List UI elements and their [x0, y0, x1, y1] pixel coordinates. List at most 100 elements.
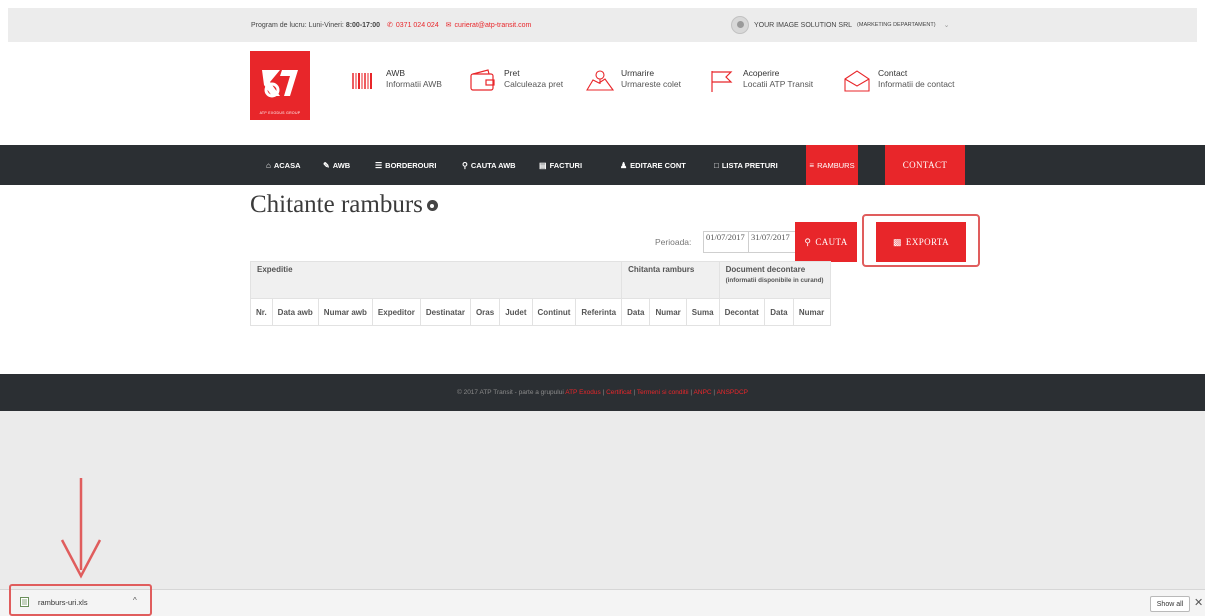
- menu-icon: ≡: [809, 160, 815, 170]
- chevron-down-icon: ⌄: [943, 22, 950, 29]
- download-highlight-box: [9, 584, 152, 616]
- annotation-arrow-icon: [60, 478, 102, 579]
- feature-title: Acoperire: [743, 68, 780, 78]
- col-document-numar: Numar: [792, 298, 831, 326]
- feature-subtitle: Informatii AWB: [386, 79, 442, 89]
- working-hours-label: Program de lucru: Luni-Vineri:: [251, 22, 346, 29]
- feature-subtitle: Informatii de contact: [878, 79, 955, 89]
- nav-label: AWB: [332, 160, 351, 170]
- search-button-label: CAUTA: [815, 237, 848, 247]
- envelope-icon: [844, 70, 870, 92]
- col-expeditor: Expeditor: [371, 298, 421, 326]
- avatar: [731, 16, 749, 34]
- nav-contact[interactable]: CONTACT: [885, 145, 965, 185]
- nav-cauta-awb[interactable]: ⚲ CAUTA AWB: [462, 145, 516, 185]
- company-name: YOUR IMAGE SOLUTION SRL: [754, 21, 853, 29]
- page-title: Chitante ramburs: [250, 191, 438, 219]
- phone-link[interactable]: 0371 024 024: [396, 22, 439, 29]
- col-destinatar: Destinatar: [419, 298, 471, 326]
- ramburs-table: Expeditie Chitanta ramburs Document deco…: [249, 261, 831, 326]
- col-judet: Judet: [499, 298, 533, 326]
- nav-label: RAMBURS: [817, 160, 855, 170]
- account-menu[interactable]: YOUR IMAGE SOLUTION SRL (MARKETING DEPAR…: [731, 14, 949, 36]
- footer-link-termeni[interactable]: Termeni si conditii: [637, 389, 689, 396]
- feature-acoperire[interactable]: Acoperire Locatii ATP Transit: [707, 68, 813, 94]
- footer-link-atp-exodus[interactable]: ATP Exodus: [565, 389, 601, 396]
- email-icon: ✉: [445, 22, 452, 29]
- col-data-awb: Data awb: [271, 298, 319, 326]
- feature-subtitle: Urmareste colet: [621, 79, 681, 89]
- table-column-header: Nr. Data awb Numar awb Expeditor Destina…: [250, 298, 831, 326]
- footer-copyright: © 2017 ATP Transit - parte a grupului: [456, 389, 566, 396]
- col-document-data: Data: [764, 298, 794, 326]
- download-bar: ramburs-uri.xls ^: [0, 589, 1205, 616]
- date-from-input[interactable]: 01/07/2017: [703, 231, 751, 253]
- nav-label: CONTACT: [902, 160, 948, 170]
- feature-title: Contact: [878, 68, 908, 78]
- nav-label: BORDEROURI: [385, 160, 437, 170]
- group-document-title: Document decontare: [725, 265, 806, 274]
- col-numar-awb: Numar awb: [317, 298, 373, 326]
- group-expeditie: Expeditie: [249, 261, 623, 299]
- nav-label: ACASA: [273, 160, 301, 170]
- contact-strip: Program de lucru: Luni-Vineri: 8:00-17:0…: [251, 21, 531, 29]
- pencil-icon: ✎: [323, 160, 330, 170]
- nav-editare-cont[interactable]: ♟ EDITARE CONT: [620, 145, 686, 185]
- logo-mark-icon: [262, 70, 298, 98]
- email-link[interactable]: curierat@atp-transit.com: [455, 22, 532, 29]
- search-icon: ⚲: [462, 160, 468, 170]
- top-bar: Program de lucru: Luni-Vineri: 8:00-17:0…: [8, 8, 1197, 42]
- nav-ramburs[interactable]: ≡ RAMBURS: [806, 145, 858, 185]
- footer: © 2017 ATP Transit - parte a grupului AT…: [0, 374, 1205, 411]
- page-title-text: Chitante ramburs: [250, 191, 423, 218]
- nav-acasa[interactable]: ⌂ ACASA: [266, 145, 301, 185]
- user-icon: ♟: [620, 160, 628, 170]
- feature-title: Urmarire: [621, 68, 655, 78]
- col-chitanta-numar: Numar: [649, 298, 687, 326]
- col-continut: Continut: [531, 298, 577, 326]
- nav-borderouri[interactable]: ☰ BORDEROURI: [375, 145, 436, 185]
- search-icon: ⚲: [804, 236, 812, 247]
- price-list-icon: □: [714, 160, 719, 170]
- col-chitanta-data: Data: [621, 298, 651, 326]
- main-nav: ⌂ ACASA ✎ AWB ☰ BORDEROURI ⚲ CAUTA AWB ▤ FACT…: [0, 145, 1205, 185]
- show-all-button[interactable]: Show all: [1150, 596, 1190, 612]
- close-icon[interactable]: ✕: [1194, 596, 1203, 609]
- phone-icon: ✆: [387, 22, 393, 29]
- site-logo[interactable]: ATP EXODUS GROUP: [250, 51, 310, 120]
- feature-subtitle: Locatii ATP Transit: [743, 79, 814, 89]
- col-referinta: Referinta: [575, 298, 623, 326]
- feature-title: AWB: [386, 68, 406, 78]
- feature-contact[interactable]: Contact Informatii de contact: [842, 68, 955, 94]
- col-decontat: Decontat: [718, 298, 766, 326]
- nav-awb[interactable]: ✎ AWB: [323, 145, 350, 185]
- footer-link-anspdcp[interactable]: ANSPDCP: [717, 389, 748, 396]
- group-document: Document decontare (informatii disponibil…: [718, 261, 831, 299]
- nav-label: CAUTA AWB: [470, 160, 516, 170]
- table-group-header: Expeditie Chitanta ramburs Document deco…: [249, 261, 831, 299]
- footer-link-anpc[interactable]: ANPC: [694, 389, 712, 396]
- feature-title: Pret: [504, 68, 520, 78]
- search-button[interactable]: ⚲ CAUTA: [795, 222, 857, 262]
- info-icon[interactable]: [426, 200, 438, 211]
- feature-pret[interactable]: Pret Calculeaza pret: [468, 68, 563, 94]
- flag-icon: [711, 71, 733, 92]
- group-document-note: (informatii disponibile in curand): [725, 277, 824, 284]
- list-icon: ☰: [375, 160, 383, 170]
- working-hours-value: 8:00-17:00: [345, 22, 381, 29]
- nav-label: LISTA PRETURI: [721, 160, 778, 170]
- feature-awb[interactable]: AWB Informatii AWB: [350, 68, 442, 94]
- group-chitanta: Chitanta ramburs: [621, 261, 720, 299]
- invoice-icon: ▤: [539, 160, 547, 170]
- period-label: Perioada:: [655, 237, 692, 247]
- footer-link-certificat[interactable]: Certificat: [606, 389, 632, 396]
- wallet-icon: [470, 69, 495, 91]
- feature-urmarire[interactable]: Urmarire Urmareste colet: [585, 68, 681, 94]
- map-icon: [586, 70, 615, 91]
- date-to-input[interactable]: 31/07/2017: [748, 231, 796, 253]
- nav-label: FACTURI: [549, 160, 583, 170]
- nav-facturi[interactable]: ▤ FACTURI: [539, 145, 582, 185]
- feature-subtitle: Calculeaza pret: [504, 79, 564, 89]
- nav-lista-preturi[interactable]: □ LISTA PRETURI: [714, 145, 778, 185]
- barcode-icon: [352, 73, 372, 89]
